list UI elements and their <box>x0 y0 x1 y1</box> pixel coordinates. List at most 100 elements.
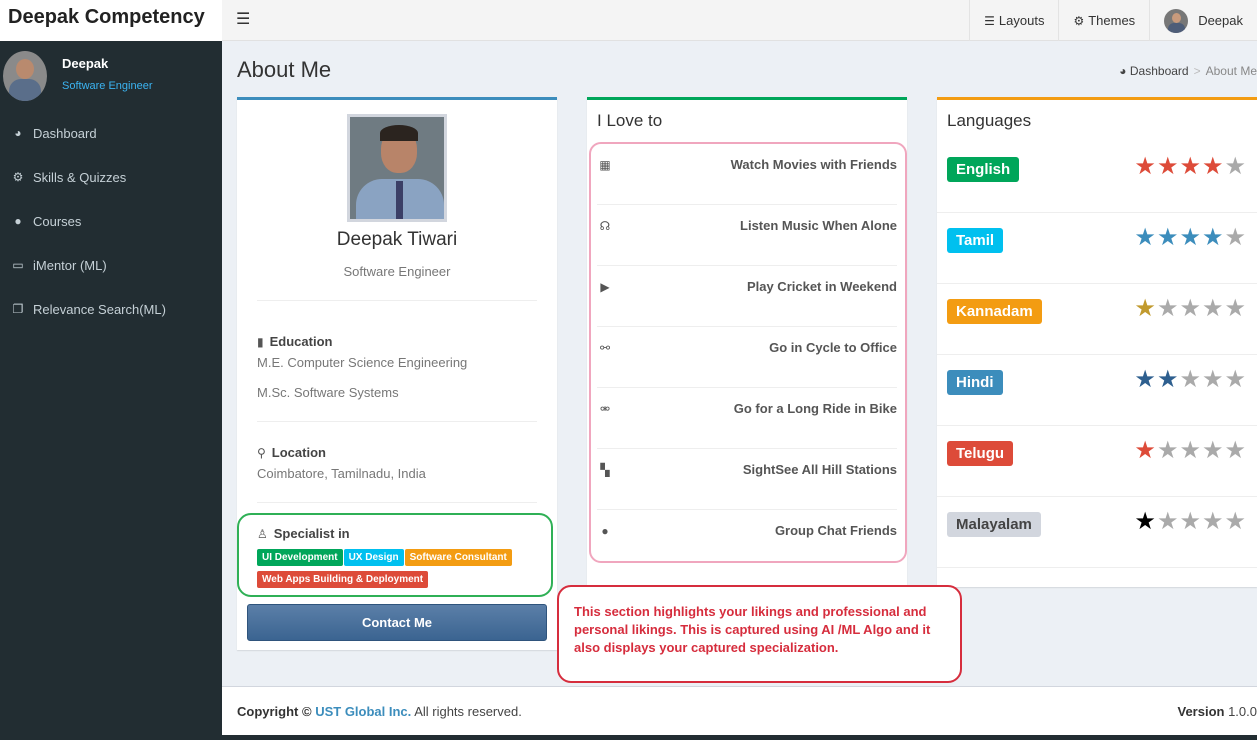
languages-box: Languages English ★★★★★ Tamil ★★★★★ Kann… <box>937 97 1257 587</box>
breadcrumb-separator: > <box>1193 64 1201 78</box>
copy-icon: ❐ <box>12 302 24 316</box>
education-title: ▮ Education <box>257 334 332 349</box>
language-row: Kannadam ★★★★★ <box>937 284 1257 355</box>
language-row: Tamil ★★★★★ <box>937 213 1257 284</box>
love-list: ▦ Watch Movies with Friends ☊ Listen Mus… <box>597 144 897 571</box>
love-box: I Love to ▦ Watch Movies with Friends ☊ … <box>587 97 907 587</box>
globe-icon: ● <box>14 214 22 228</box>
dashboard-icon: ◕ <box>1119 64 1127 78</box>
company-link[interactable]: UST Global Inc. <box>315 704 411 719</box>
dashboard-icon: ◕ <box>14 126 22 140</box>
sidebar-item-courses[interactable]: ● Courses <box>0 199 222 243</box>
languages-list: English ★★★★★ Tamil ★★★★★ Kannadam ★★★★★… <box>937 142 1257 568</box>
themes-label: Themes <box>1088 13 1136 28</box>
love-item-label: Play Cricket in Weekend <box>746 279 897 294</box>
location-text: Coimbatore, Tamilnadu, India <box>257 466 426 481</box>
specialty-labels: UI Development UX Design Software Consulta… <box>257 547 542 591</box>
language-badge: Telugu <box>947 441 1014 466</box>
star-icon: ★ <box>1179 437 1202 464</box>
language-badge: Kannadam <box>947 299 1042 324</box>
sidebar-item-label: Relevance Search(ML) <box>33 301 166 317</box>
version-number: 1.0.0 <box>1228 704 1257 719</box>
motorcycle-icon: ⚮ <box>599 402 611 416</box>
star-icon: ★ <box>1201 437 1225 464</box>
language-badge: Malayalam <box>947 512 1041 537</box>
star-rating: ★★★★★ <box>1134 436 1247 465</box>
sidebar: Deepak Software Engineer ◕ Dashboard ⚙ S… <box>0 0 222 740</box>
star-icon: ★ <box>1201 295 1225 322</box>
star-rating: ★★★★★ <box>1134 507 1247 536</box>
star-icon: ★ <box>1224 153 1247 180</box>
star-icon: ★ <box>1179 295 1202 322</box>
sidebar-item-skills-quizzes[interactable]: ⚙ Skills & Quizzes <box>0 155 222 199</box>
specialty-label: UI Development <box>257 549 343 566</box>
user-icon: ♙ <box>257 527 268 541</box>
language-badge: Tamil <box>947 228 1004 253</box>
list-item: ▚ SightSee All Hill Stations <box>597 449 897 510</box>
star-icon: ★ <box>1179 224 1202 251</box>
star-icon: ★ <box>1156 224 1180 251</box>
love-item-label: Watch Movies with Friends <box>730 157 897 172</box>
profile-photo <box>347 114 447 222</box>
user-menu[interactable]: Deepak <box>1149 0 1257 41</box>
contact-me-button[interactable]: Contact Me <box>247 604 547 641</box>
play-icon: ▶ <box>600 280 610 294</box>
star-rating: ★★★★★ <box>1134 223 1247 252</box>
star-icon: ★ <box>1224 295 1247 322</box>
gears-icon: ⚙ <box>12 170 24 184</box>
copyright: Copyright © UST Global Inc. All rights r… <box>237 704 522 719</box>
star-icon: ★ <box>1179 366 1202 393</box>
sidebar-item-relevance-search[interactable]: ❐ Relevance Search(ML) <box>0 287 222 331</box>
user-role: Software Engineer <box>62 80 153 92</box>
love-item-label: Go in Cycle to Office <box>769 340 897 355</box>
user-menu-label: Deepak <box>1198 13 1243 28</box>
specialist-title: ♙ Specialist in <box>257 526 350 541</box>
user-panel: Deepak Software Engineer <box>0 41 222 111</box>
film-icon: ▦ <box>599 158 611 172</box>
specialty-label: Web Apps Building & Deployment <box>257 571 429 588</box>
love-item-label: Listen Music When Alone <box>740 218 897 233</box>
layouts-button[interactable]: ☰ Layouts <box>969 0 1058 41</box>
language-row: English ★★★★★ <box>937 142 1257 213</box>
profile-box: Deepak Tiwari Software Engineer ▮ Educati… <box>237 97 557 650</box>
star-icon: ★ <box>1179 508 1202 535</box>
star-icon: ★ <box>1179 153 1202 180</box>
star-icon: ★ <box>1134 224 1157 251</box>
star-icon: ★ <box>1134 153 1157 180</box>
list-item: ⚯ Go in Cycle to Office <box>597 327 897 388</box>
love-item-label: SightSee All Hill Stations <box>742 462 897 477</box>
specialist-title-label: Specialist in <box>273 526 350 541</box>
list-item: ● Group Chat Friends <box>597 510 897 571</box>
menu-toggle-icon[interactable]: ☰ <box>236 9 250 29</box>
education-item: M.Sc. Software Systems <box>257 385 399 400</box>
star-rating: ★★★★★ <box>1134 365 1247 394</box>
divider <box>257 502 537 503</box>
star-icon: ★ <box>1156 366 1180 393</box>
love-title: I Love to <box>597 111 663 130</box>
list-item: ☊ Listen Music When Alone <box>597 205 897 266</box>
brand-logo[interactable]: Deepak Competency <box>0 0 222 41</box>
breadcrumb: ◕ Dashboard > About Me <box>1119 64 1257 78</box>
love-item-label: Group Chat Friends <box>774 523 897 538</box>
location-title-label: Location <box>271 445 326 460</box>
sidebar-item-label: Skills & Quizzes <box>33 169 127 185</box>
laptop-icon: ▭ <box>12 258 24 272</box>
list-item: ⚮ Go for a Long Ride in Bike <box>597 388 897 449</box>
version-label: Version <box>1177 704 1225 719</box>
themes-button[interactable]: ⚙ Themes <box>1058 0 1149 41</box>
avatar <box>3 51 47 101</box>
profile-name: Deepak Tiwari <box>336 229 458 250</box>
sidebar-item-imentor[interactable]: ▭ iMentor (ML) <box>0 243 222 287</box>
list-icon: ☰ <box>984 13 995 28</box>
page-title: About Me <box>237 57 332 82</box>
book-icon: ▮ <box>257 335 264 349</box>
breadcrumb-home[interactable]: Dashboard <box>1130 64 1189 78</box>
star-icon: ★ <box>1134 437 1157 464</box>
language-badge: Hindi <box>947 370 1003 395</box>
sidebar-item-dashboard[interactable]: ◕ Dashboard <box>0 111 222 155</box>
binoculars-icon: ▚ <box>600 463 610 477</box>
specialty-label: UX Design <box>343 549 404 566</box>
gears-icon: ⚙ <box>1073 13 1085 28</box>
copyright-label: Copyright © <box>237 704 312 719</box>
star-icon: ★ <box>1224 366 1247 393</box>
